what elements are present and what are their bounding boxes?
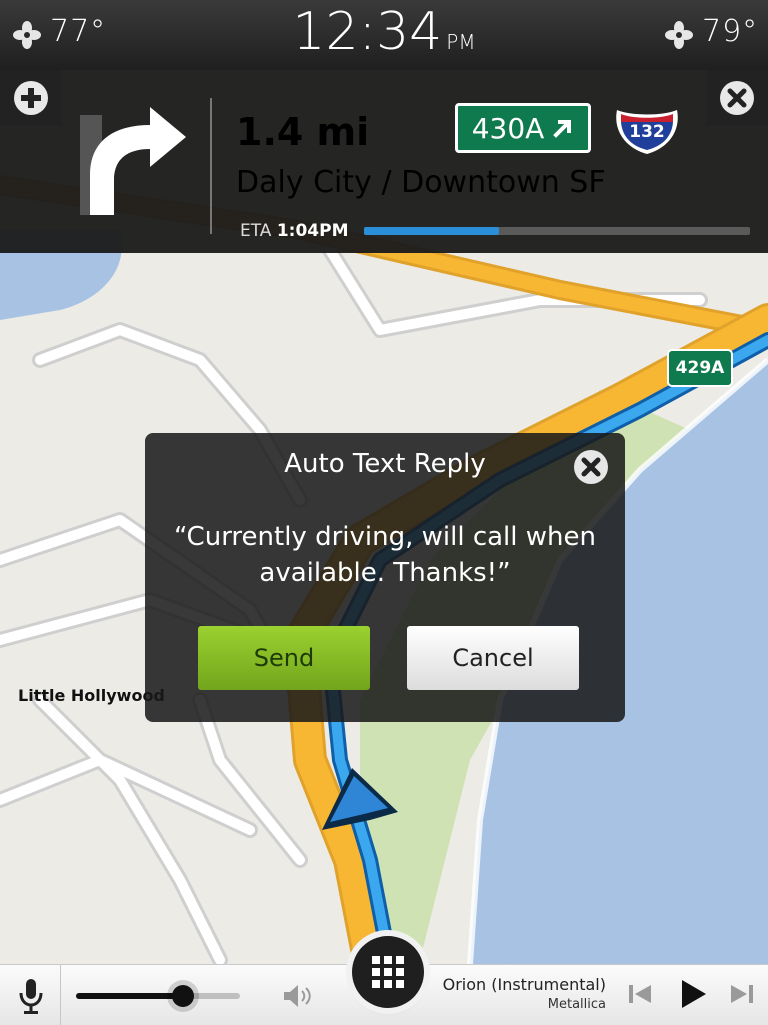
close-icon[interactable]: [573, 449, 609, 485]
nav-divider: [210, 98, 212, 234]
previous-track-icon[interactable]: [626, 980, 654, 1008]
eta-label: ETA: [240, 221, 272, 241]
eta-time: 1:04PM: [276, 221, 349, 241]
grid-icon: [372, 956, 404, 988]
route-progress-bar: [364, 227, 750, 235]
eta: ETA 1:04PM: [240, 221, 349, 241]
interstate-shield-icon: 132: [616, 110, 678, 154]
passenger-temperature[interactable]: 79°: [702, 14, 758, 49]
arrow-up-right-icon: [553, 120, 572, 138]
shield-number: 132: [629, 122, 665, 142]
dialog-message: “Currently driving, will call when avail…: [174, 522, 596, 588]
song-title: Orion (Instrumental): [442, 975, 606, 994]
now-playing[interactable]: Orion (Instrumental) Metallica: [430, 975, 606, 1012]
status-bar: 77° 12:34 PM 79°: [0, 0, 768, 70]
fan-icon[interactable]: [664, 20, 694, 50]
microphone-icon[interactable]: [16, 977, 46, 1015]
add-waypoint-button[interactable]: [0, 70, 62, 126]
close-icon: [720, 81, 754, 115]
clock-time: 12:34: [292, 2, 443, 62]
distance-to-turn: 1.4 mi: [236, 110, 370, 154]
apps-menu-button[interactable]: [352, 936, 424, 1008]
turn-right-arrow-icon: [80, 107, 186, 215]
play-icon[interactable]: [676, 977, 710, 1011]
exit-sign: 430A: [455, 103, 591, 153]
close-navigation-button[interactable]: [706, 70, 768, 126]
map-label-little-hollywood: Little Hollywood: [18, 686, 165, 705]
destination-direction: Daly City / Downtown SF: [236, 165, 606, 200]
send-button[interactable]: Send: [198, 626, 370, 690]
speaker-icon[interactable]: [282, 982, 316, 1010]
route-progress-fill: [364, 227, 500, 235]
volume-handle[interactable]: [171, 985, 194, 1007]
clock: 12:34 PM: [0, 2, 768, 62]
map-exit-sign-429a[interactable]: 429A: [667, 349, 733, 387]
volume-slider[interactable]: [76, 985, 240, 1007]
plus-icon: [14, 81, 48, 115]
clock-ampm: PM: [446, 30, 476, 54]
auto-text-reply-dialog: Auto Text Reply “Currently driving, will…: [145, 433, 625, 722]
cancel-button[interactable]: Cancel: [407, 626, 579, 690]
song-artist: Metallica: [547, 997, 606, 1012]
dialog-title: Auto Text Reply: [284, 449, 486, 479]
volume-level: [76, 993, 183, 999]
next-track-icon[interactable]: [728, 980, 756, 1008]
exit-number: 430A: [471, 111, 545, 145]
bar-divider: [60, 965, 61, 1025]
